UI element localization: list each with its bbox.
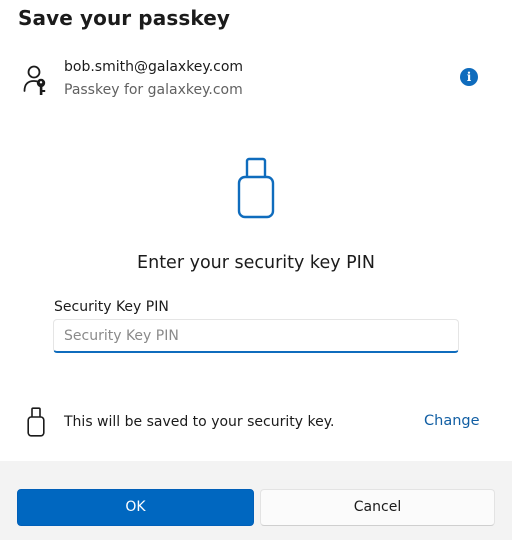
cancel-button[interactable]: Cancel — [260, 489, 495, 526]
account-row: bob.smith@galaxkey.com Passkey for galax… — [0, 58, 512, 104]
dialog-title: Save your passkey — [18, 6, 230, 30]
change-link[interactable]: Change — [424, 413, 480, 429]
usb-security-key-icon — [237, 157, 275, 219]
save-location-row: This will be saved to your security key.… — [0, 405, 512, 441]
usb-security-key-small-icon — [27, 407, 45, 437]
pin-field-label: Security Key PIN — [54, 299, 169, 315]
passkey-site-label: Passkey for galaxkey.com — [64, 82, 243, 98]
dialog-footer: OK Cancel — [0, 461, 512, 540]
account-email: bob.smith@galaxkey.com — [64, 59, 244, 75]
security-key-pin-input[interactable] — [53, 319, 459, 353]
pin-prompt: Enter your security key PIN — [137, 253, 375, 273]
save-location-text: This will be saved to your security key. — [64, 414, 335, 430]
person-key-icon — [23, 65, 46, 95]
info-icon[interactable]: i — [460, 68, 478, 86]
ok-button[interactable]: OK — [17, 489, 254, 526]
save-passkey-dialog: Save your passkey bob.smith@galaxkey.com… — [0, 0, 512, 540]
